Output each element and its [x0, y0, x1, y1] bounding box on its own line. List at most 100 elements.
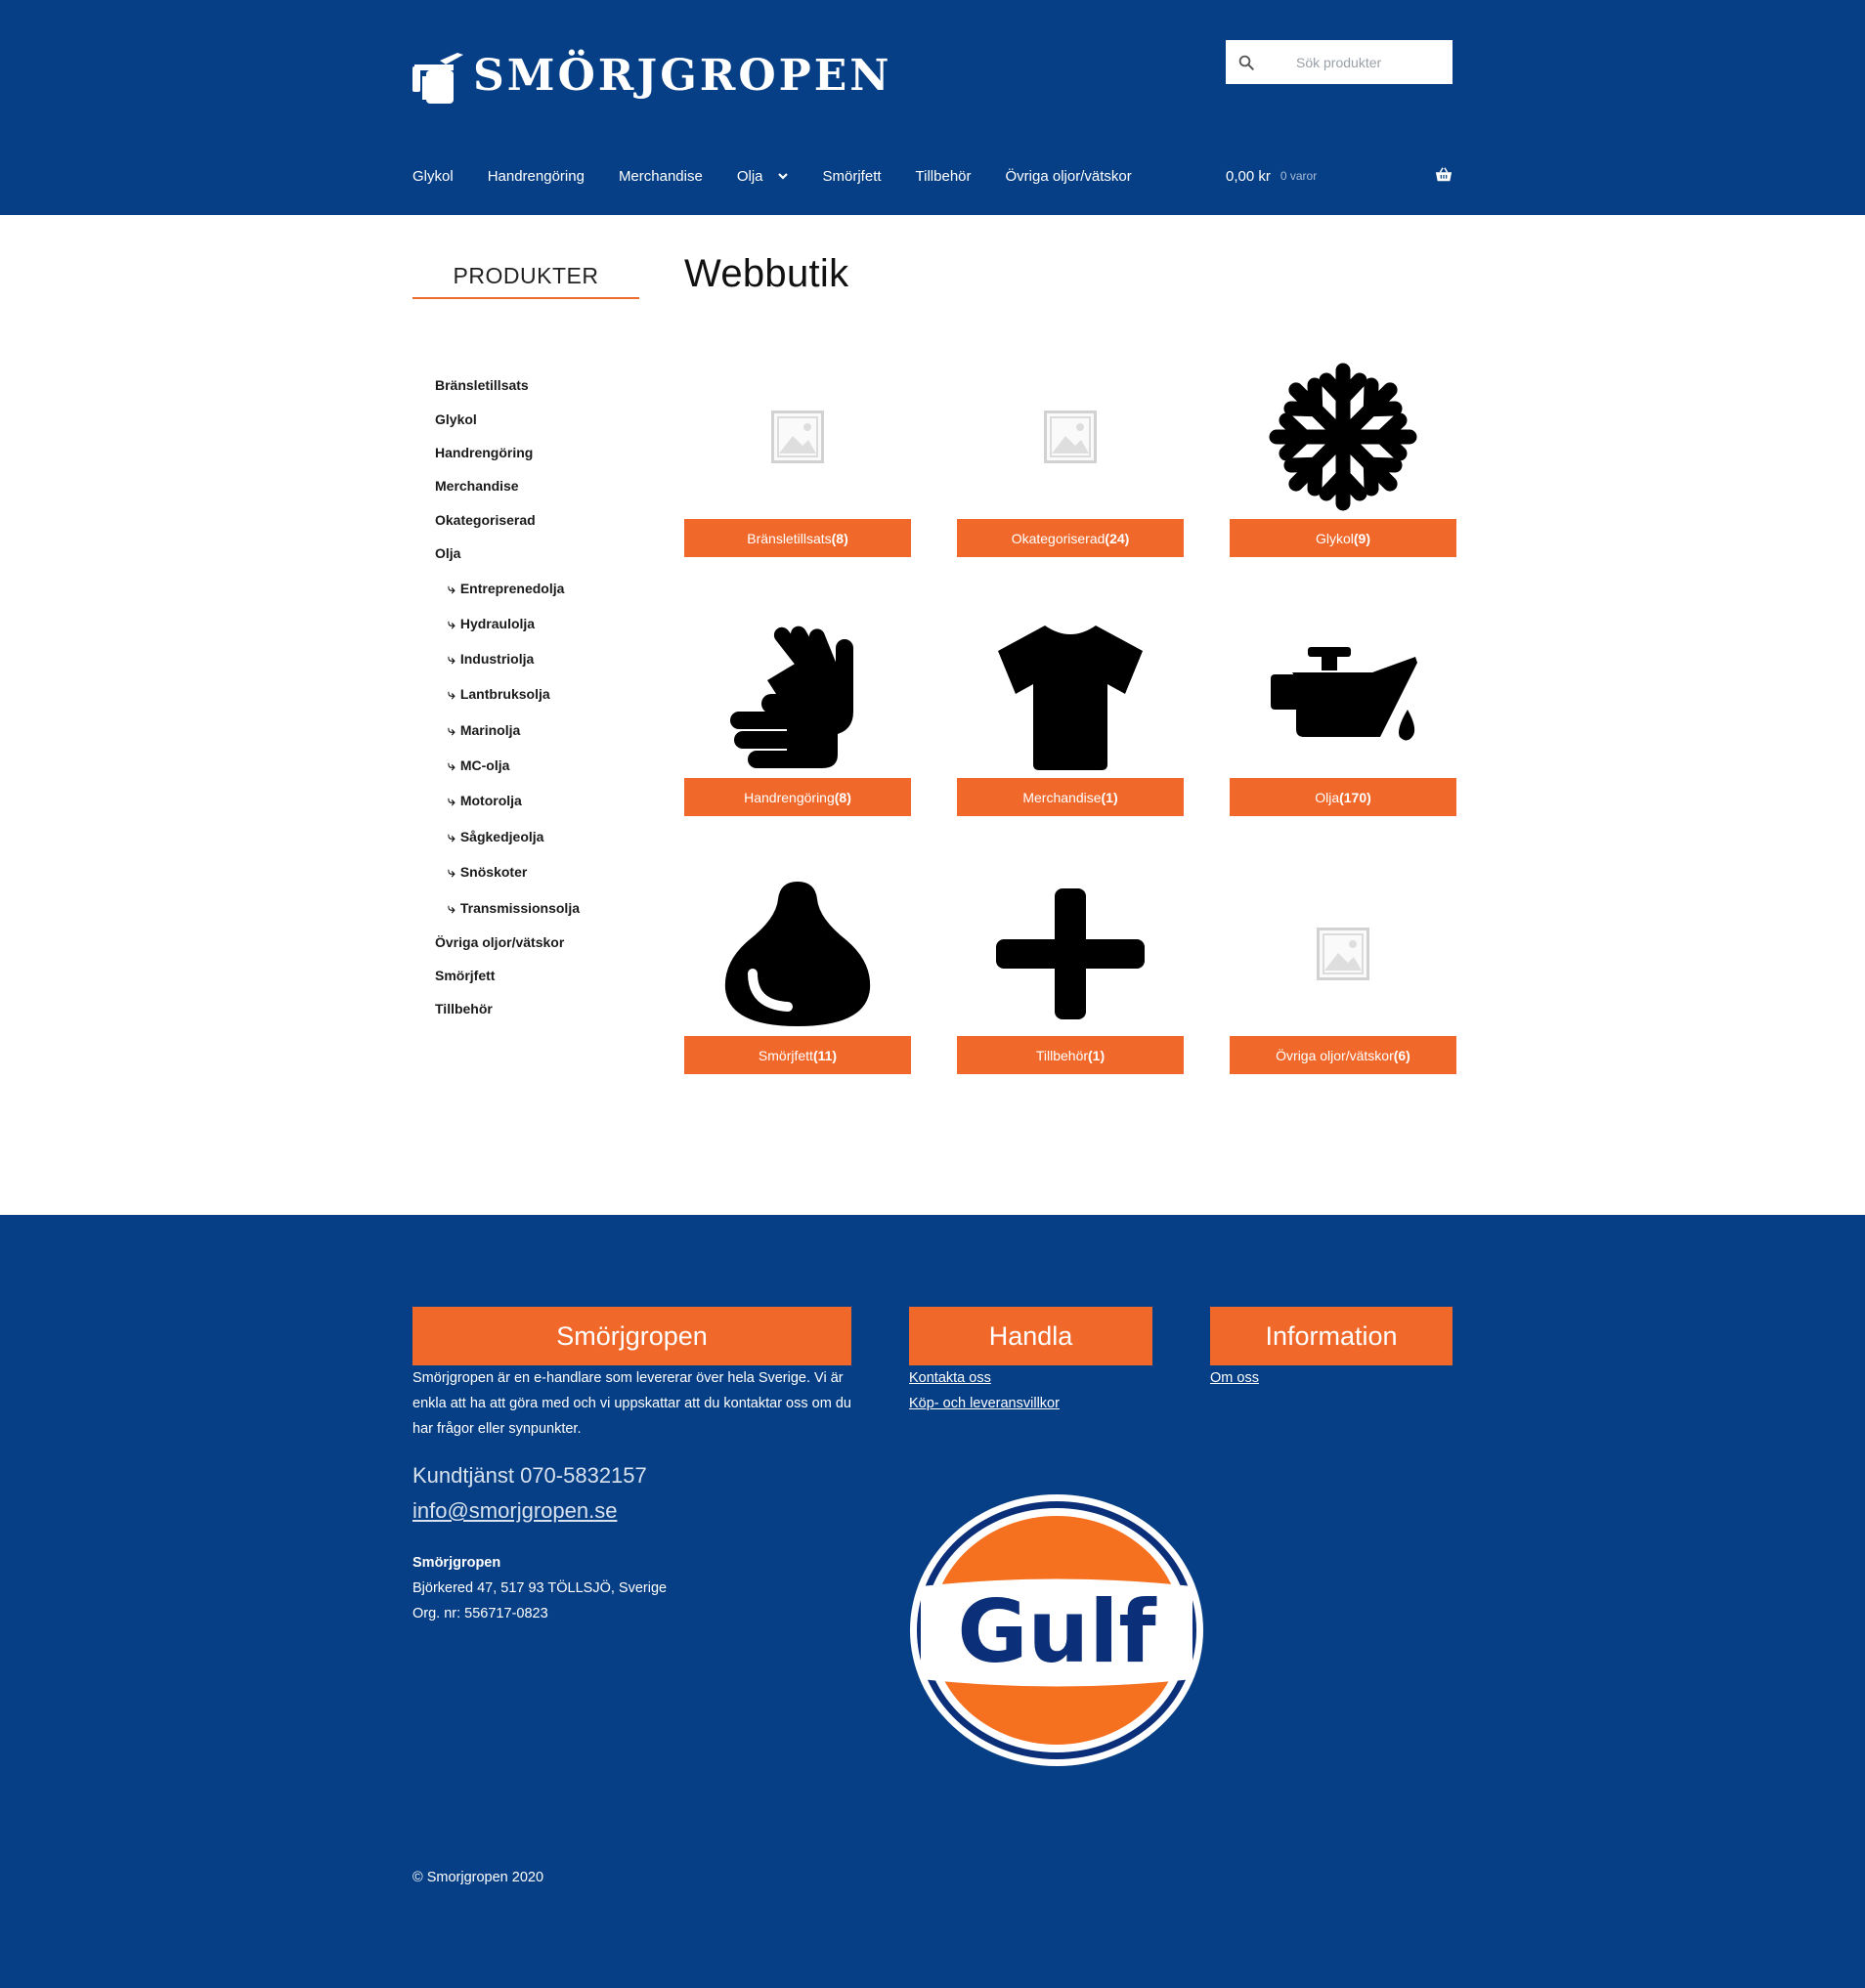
tile-image[interactable]: [684, 872, 911, 1036]
category-link[interactable]: Smörjfett: [435, 968, 495, 983]
chevron-down-icon[interactable]: [777, 170, 789, 182]
category-link[interactable]: Glykol: [435, 411, 477, 427]
tile-label[interactable]: Merchandise (1): [957, 778, 1184, 816]
sub-arrow-icon: ⤷: [448, 864, 455, 880]
product-category-tile[interactable]: Glykol (9): [1230, 355, 1456, 580]
tile-image[interactable]: [1230, 614, 1456, 778]
tile-count: (8): [831, 530, 848, 546]
subcategory-link[interactable]: ⤷ Industriolja: [448, 651, 534, 668]
nav-item-smorjfett[interactable]: Smörjfett: [823, 168, 882, 185]
search-icon[interactable]: [1226, 40, 1267, 84]
subcategory-label: Motorolja: [459, 793, 522, 808]
tile-label[interactable]: Tillbehör (1): [957, 1036, 1184, 1074]
nav-label: Smörjfett: [822, 167, 882, 185]
nav-item-olja[interactable]: Olja: [737, 168, 789, 185]
nav-item-tillbehor[interactable]: Tillbehör: [916, 168, 972, 185]
tile-count: (1): [1088, 1047, 1106, 1063]
site-logo[interactable]: Smörjgropen: [411, 47, 892, 106]
placeholder-icon: [771, 411, 824, 463]
subcategory-link[interactable]: ⤷ Sågkedjeolja: [448, 829, 543, 845]
tile-label[interactable]: Okategoriserad (24): [957, 519, 1184, 557]
tile-count: (8): [834, 789, 851, 805]
cart-link[interactable]: 0,00 kr 0 varor: [1226, 164, 1453, 188]
nav-label: Olja: [736, 167, 763, 185]
search-input[interactable]: [1267, 41, 1449, 83]
sub-arrow-icon: ⤷: [448, 722, 455, 738]
category-link[interactable]: Olja: [435, 545, 460, 561]
page-title: Webbutik: [684, 252, 849, 295]
product-category-tile[interactable]: Okategoriserad (24): [957, 355, 1184, 580]
nav-label: Tillbehör: [915, 167, 972, 185]
tile-label[interactable]: Olja (170): [1230, 778, 1456, 816]
plus-icon: [996, 888, 1145, 1019]
tile-label[interactable]: Övriga oljor/vätskor (6): [1230, 1036, 1456, 1074]
tile-image[interactable]: [957, 355, 1184, 519]
tile-image[interactable]: [684, 355, 911, 519]
tile-count: (1): [1101, 789, 1118, 805]
site-footer: Smörjgropen Smörjgropen är en e-handlare…: [0, 1215, 1865, 1988]
footer-links: Kontakta oss Köp- och leveransvillkor: [909, 1365, 1060, 1416]
product-category-tile[interactable]: Handrengöring (8): [684, 614, 911, 839]
category-link[interactable]: Okategoriserad: [435, 512, 536, 528]
nav-item-glykol[interactable]: Glykol: [412, 168, 454, 185]
product-categories-widget: PRODUKTER Bränsletillsats Glykol Handren…: [412, 256, 639, 1016]
email-link[interactable]: info@smorjgropen.se: [412, 1498, 617, 1524]
nav-label: Övriga oljor/vätskor: [1005, 167, 1132, 185]
tile-image[interactable]: [957, 872, 1184, 1036]
category-link[interactable]: Tillbehör: [435, 1001, 493, 1016]
subcategory-label: Snöskoter: [459, 864, 528, 880]
sidebar-title: PRODUKTER: [412, 256, 639, 299]
subcategory-link[interactable]: ⤷ MC-olja: [448, 757, 509, 774]
tile-count: (11): [812, 1047, 838, 1063]
tile-label[interactable]: Smörjfett (11): [684, 1036, 911, 1074]
nav-label: Merchandise: [618, 167, 703, 185]
tile-label[interactable]: Glykol (9): [1230, 519, 1456, 557]
org-number: Org. nr: 556717-0823: [412, 1606, 548, 1621]
tile-image[interactable]: [957, 614, 1184, 778]
footer-heading: Handla: [909, 1307, 1152, 1365]
category-link[interactable]: Merchandise: [435, 478, 519, 494]
subcategory-label: Industriolja: [459, 651, 535, 667]
subcategory-label: Transmissionsolja: [459, 900, 581, 916]
product-category-tile[interactable]: Olja (170): [1230, 614, 1456, 839]
tile-name: Smörjfett: [758, 1047, 813, 1063]
basket-icon[interactable]: [1435, 166, 1453, 184]
subcategory-link[interactable]: ⤷ Hydraulolja: [448, 616, 535, 632]
nav-item-handrengoring[interactable]: Handrengöring: [488, 168, 585, 185]
category-link[interactable]: Handrengöring: [435, 445, 533, 460]
tile-count: (170): [1339, 789, 1371, 805]
subcategory-link[interactable]: ⤷ Entreprenedolja: [448, 581, 564, 597]
subcategory-link[interactable]: ⤷ Lantbruksolja: [448, 686, 550, 703]
subcategory-link[interactable]: ⤷ Motorolja: [448, 793, 522, 809]
tile-label[interactable]: Bränsletillsats (8): [684, 519, 911, 557]
site-header: Smörjgropen Glykol Handrengöring Merchan…: [0, 0, 1865, 215]
search-box: [1226, 40, 1453, 84]
subcategory-link[interactable]: ⤷ Transmissionsolja: [448, 900, 580, 917]
sub-arrow-icon: ⤷: [448, 793, 455, 808]
product-category-tile[interactable]: Övriga oljor/vätskor (6): [1230, 872, 1456, 1097]
category-link[interactable]: Bränsletillsats: [435, 377, 529, 393]
subcategory-link[interactable]: ⤷ Snöskoter: [448, 864, 527, 881]
nav-item-ovriga[interactable]: Övriga oljor/vätskor: [1006, 168, 1132, 185]
tile-label[interactable]: Handrengöring (8): [684, 778, 911, 816]
product-category-tile[interactable]: Merchandise (1): [957, 614, 1184, 839]
product-category-tile[interactable]: Smörjfett (11): [684, 872, 911, 1097]
subcategory-link[interactable]: ⤷ Marinolja: [448, 722, 520, 739]
footer-heading: Information: [1210, 1307, 1453, 1365]
sub-arrow-icon: ⤷: [448, 581, 455, 596]
contact-link[interactable]: Kontakta oss: [909, 1365, 1060, 1391]
tile-image[interactable]: [1230, 872, 1456, 1036]
product-category-tile[interactable]: Tillbehör (1): [957, 872, 1184, 1097]
product-category-tile[interactable]: Bränsletillsats (8): [684, 355, 911, 580]
subcategory-label: Lantbruksolja: [459, 686, 550, 702]
nav-item-merchandise[interactable]: Merchandise: [619, 168, 703, 185]
about-link[interactable]: Om oss: [1210, 1365, 1259, 1391]
category-link[interactable]: Övriga oljor/vätskor: [435, 934, 564, 950]
address-line: Björkered 47, 517 93 TÖLLSJÖ, Sverige: [412, 1580, 668, 1596]
placeholder-icon: [1044, 411, 1097, 463]
tile-image[interactable]: [1230, 355, 1456, 519]
oil-barrel-icon: [412, 53, 463, 104]
sub-arrow-icon: ⤷: [448, 686, 455, 702]
tile-image[interactable]: [684, 614, 911, 778]
terms-link[interactable]: Köp- och leveransvillkor: [909, 1391, 1060, 1416]
